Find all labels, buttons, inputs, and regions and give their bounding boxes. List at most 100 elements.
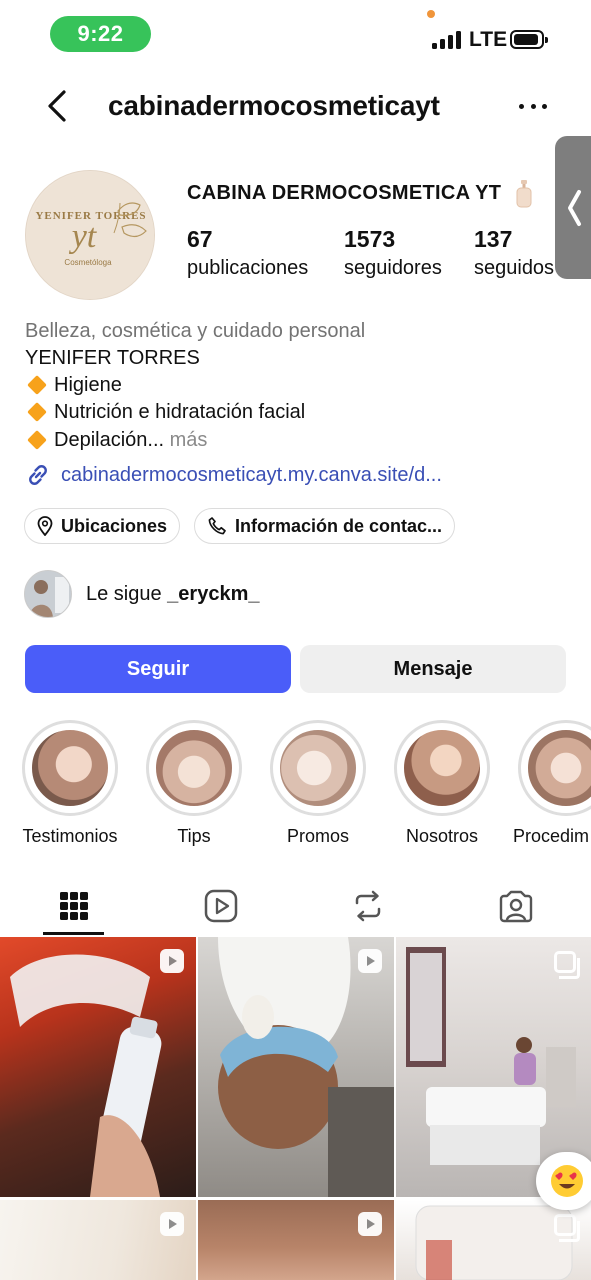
highlight-procedimientos[interactable]: Procedim: [506, 720, 591, 847]
followed-by-user[interactable]: _eryckm_: [167, 583, 259, 605]
follower-avatar: [24, 570, 72, 618]
profile-header: cabinadermocosmeticayt: [0, 78, 591, 134]
highlight-label: Promos: [286, 826, 349, 846]
orange-diamond-icon: [27, 374, 47, 395]
phone-icon: [208, 517, 226, 535]
highlight-ring: [22, 720, 118, 816]
repost-icon: [355, 890, 381, 922]
orange-diamond-icon: [27, 401, 47, 422]
brand-logo: YENIFER TORRES yt Cosmetóloga: [27, 172, 154, 299]
stat-followers-label: seguidores: [344, 257, 442, 279]
highlight-nosotros[interactable]: Nosotros: [382, 720, 502, 847]
profile-username: cabinadermocosmeticayt: [108, 90, 440, 121]
highlight-thumbnail: [526, 728, 591, 808]
reel-indicator-icon: [358, 1212, 382, 1236]
profile-link-text: cabinadermocosmeticayt.my.canva.site/d..…: [61, 463, 442, 486]
tab-reels[interactable]: [196, 878, 246, 934]
network-type: LTE: [469, 28, 508, 51]
active-tab-indicator: [43, 932, 104, 935]
highlight-thumbnail: [278, 728, 358, 808]
highlight-label: Testimonios: [22, 826, 118, 846]
highlight-ring: [518, 720, 591, 816]
locations-chip[interactable]: Ubicaciones: [24, 508, 181, 544]
carousel-indicator-icon: [554, 1214, 580, 1242]
tab-tagged[interactable]: [491, 878, 541, 934]
more-dot-icon: [542, 103, 547, 109]
contact-info-chip[interactable]: Información de contac...: [194, 508, 456, 544]
bio-more-link[interactable]: más: [164, 429, 208, 451]
stat-following[interactable]: 137 seguidos: [474, 226, 555, 280]
post-thumbnail: [10, 954, 162, 1197]
followed-by-prefix: Le sigue: [86, 582, 168, 605]
chevron-left-icon: [48, 90, 66, 122]
follow-button[interactable]: Seguir: [25, 645, 291, 693]
highlight-testimonios[interactable]: Testimonios: [10, 720, 130, 847]
avatar-monogram: yt: [69, 218, 98, 255]
stat-followers[interactable]: 1573 seguidores: [344, 226, 442, 280]
reel-indicator-icon: [160, 1212, 184, 1236]
grid-post[interactable]: [0, 937, 196, 1197]
profile-link[interactable]: cabinadermocosmeticayt.my.canva.site/d..…: [25, 462, 442, 488]
highlight-label: Tips: [177, 826, 211, 846]
privacy-indicator-dot: [427, 10, 435, 18]
grid-post[interactable]: [396, 1200, 591, 1280]
profile-avatar[interactable]: YENIFER TORRES yt Cosmetóloga: [25, 170, 155, 300]
location-pin-icon: [37, 516, 53, 536]
grid-post[interactable]: [198, 1200, 394, 1280]
highlight-tips[interactable]: Tips: [134, 720, 254, 847]
link-icon: [29, 465, 47, 485]
reels-icon: [204, 889, 238, 923]
stat-followers-value: 1573: [344, 226, 396, 252]
status-bar: 9:22 LTE: [0, 0, 591, 70]
stat-following-label: seguidos: [474, 257, 555, 279]
bio-line-name: YENIFER TORRES: [25, 347, 200, 369]
highlight-thumbnail: [30, 728, 110, 808]
profile-content-tabs: [0, 878, 591, 936]
more-dot-icon: [530, 103, 536, 109]
followed-by-row[interactable]: Le sigue _eryckm_: [24, 570, 259, 618]
bio-line-text: Nutrición e hidratación facial: [54, 401, 306, 423]
highlight-ring: [146, 720, 242, 816]
side-panel-handle[interactable]: [555, 136, 591, 279]
message-button[interactable]: Mensaje: [300, 645, 566, 693]
highlight-ring: [270, 720, 366, 816]
profile-category: Belleza, cosmética y cuidado personal: [25, 320, 366, 342]
more-options-button[interactable]: [515, 92, 551, 120]
signal-icon: [432, 31, 462, 49]
stat-posts-value: 67: [187, 226, 213, 252]
tab-posts-grid[interactable]: [49, 878, 99, 934]
contact-info-chip-label: Información de contac...: [235, 515, 443, 536]
profile-display-name: CABINA DERMOCOSMETICA YT: [187, 182, 502, 204]
heart-eyes-emoji-button[interactable]: [536, 1152, 591, 1210]
highlight-thumbnail: [402, 728, 482, 808]
status-time[interactable]: 9:22: [50, 16, 151, 52]
battery-icon: [510, 30, 548, 49]
stat-following-value: 137: [474, 226, 513, 252]
grid-icon: [60, 892, 88, 920]
bio-line: Higiene: [25, 374, 122, 397]
orange-diamond-icon: [27, 429, 47, 450]
bio-line: Depilación... más: [25, 429, 207, 452]
bio-line-text: Higiene: [54, 374, 122, 396]
highlight-label: Procedim: [513, 826, 590, 846]
tab-reposts[interactable]: [343, 878, 393, 934]
stat-posts-label: publicaciones: [187, 257, 309, 279]
locations-chip-label: Ubicaciones: [61, 515, 168, 536]
highlight-promos[interactable]: Promos: [258, 720, 378, 847]
grid-post[interactable]: [198, 937, 394, 1197]
tagged-user-icon: [499, 890, 533, 923]
stat-posts[interactable]: 67 publicaciones: [187, 226, 308, 280]
back-button[interactable]: [40, 86, 76, 126]
heart-eyes-emoji-icon: [551, 1165, 583, 1197]
reel-indicator-icon: [358, 949, 382, 973]
bio-line: Nutrición e hidratación facial: [25, 401, 305, 424]
highlight-thumbnail: [154, 728, 234, 808]
highlight-ring: [394, 720, 490, 816]
chevron-left-icon: [568, 189, 581, 226]
bio-line-text: Depilación...: [54, 429, 165, 451]
avatar-subtitle: Cosmetóloga: [64, 258, 112, 267]
highlight-label: Nosotros: [405, 826, 479, 846]
grid-post[interactable]: [0, 1200, 196, 1280]
lotion-bottle-icon: [516, 180, 532, 208]
carousel-indicator-icon: [554, 951, 580, 979]
